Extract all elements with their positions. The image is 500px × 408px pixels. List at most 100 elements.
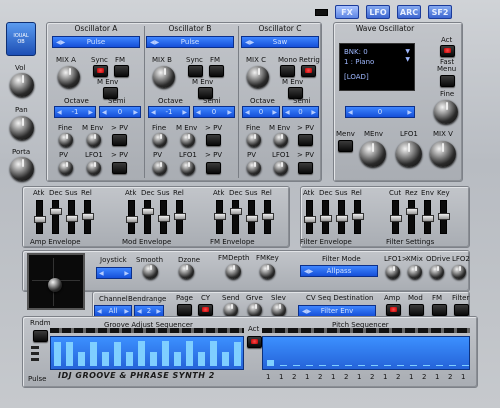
fm-dec-slider[interactable] (230, 200, 242, 234)
smooth-knob[interactable] (143, 264, 158, 279)
filtset-rez-slider-thumb[interactable] (406, 207, 418, 215)
fm-dec-slider-thumb[interactable] (230, 207, 242, 215)
osc-c-octave-display[interactable]: ◀ 0 ▶ (242, 106, 280, 118)
osc-a-semi-display[interactable]: ◀ 0 ▶ (99, 106, 141, 118)
filter-mode-display[interactable]: ◀▶ Allpass (300, 265, 378, 277)
osc-c-pv-button[interactable] (298, 134, 313, 146)
osc-c-mono-button[interactable] (280, 65, 295, 77)
filtset-envl-slider-thumb[interactable] (422, 214, 434, 222)
wave-fine-knob[interactable] (434, 100, 458, 124)
pitch-step-bar[interactable] (319, 364, 326, 366)
osc-c-mix-knob[interactable] (247, 66, 269, 88)
mod-rel-slider[interactable] (174, 200, 186, 234)
filter-rel-slider-thumb[interactable] (352, 213, 364, 221)
groove-step-bar[interactable] (210, 340, 217, 366)
lfo2-knob[interactable] (452, 265, 466, 279)
osc-a-octave-display[interactable]: ◀ -1 ▶ (54, 106, 96, 118)
osc-c-wave-display[interactable]: ◀▶ Saw (241, 36, 319, 48)
groove-step-bar[interactable] (90, 342, 97, 366)
vol-knob[interactable] (10, 73, 34, 97)
groove-step-bar[interactable] (162, 340, 169, 366)
filter-atk-slider[interactable] (304, 200, 316, 234)
filtset-envl-slider[interactable] (422, 200, 434, 234)
wave-menv-knob[interactable] (360, 141, 386, 167)
wave-act-button[interactable] (440, 45, 455, 57)
filter-sus-slider[interactable] (336, 200, 348, 234)
amp-dec-slider-thumb[interactable] (50, 207, 62, 215)
pan-knob[interactable] (10, 116, 34, 140)
pitch-step-bar[interactable] (397, 364, 404, 366)
pitch-step-bar[interactable] (332, 364, 339, 366)
osc-b-pv2-button[interactable] (206, 162, 221, 174)
osc-a-sync-button[interactable] (93, 65, 108, 77)
mod-atk-slider[interactable] (126, 200, 138, 234)
fm-atk-slider[interactable] (214, 200, 226, 234)
amp-sus-slider[interactable] (66, 200, 78, 234)
osc-a-mix-knob[interactable] (58, 66, 80, 88)
filter-sus-slider-thumb[interactable] (336, 214, 348, 222)
filter-dec-slider[interactable] (320, 200, 332, 234)
osc-c-menv-knob[interactable] (274, 133, 288, 147)
fm-rel-slider-thumb[interactable] (262, 213, 274, 221)
osc-a-lfo1-knob[interactable] (87, 161, 101, 175)
wave-lcd-arrows[interactable]: ▼ ▼ (405, 48, 410, 64)
dzone-knob[interactable] (179, 264, 194, 279)
wave-load-text[interactable]: [LOAD] (344, 72, 410, 82)
joystick-display[interactable]: ◀ ▶ (96, 267, 132, 279)
cv-fm-button[interactable] (432, 304, 447, 316)
wave-counter-display[interactable]: ◀ 0 ▶ (345, 106, 415, 118)
osc-b-mix-knob[interactable] (153, 66, 175, 88)
groove-step-bar[interactable] (198, 352, 205, 366)
slev-knob[interactable] (272, 303, 286, 317)
groove-step-bar[interactable] (54, 342, 61, 366)
send-knob[interactable] (224, 303, 238, 317)
fast-menu-button[interactable] (440, 75, 455, 87)
pitch-step-bar[interactable] (280, 364, 287, 366)
osc-b-pv-knob[interactable] (153, 161, 167, 175)
amp-rel-slider-thumb[interactable] (82, 213, 94, 221)
osc-b-fine-knob[interactable] (153, 133, 167, 147)
amp-sus-slider-thumb[interactable] (66, 214, 78, 222)
osc-b-sync-button[interactable] (188, 65, 203, 77)
fm-sus-slider[interactable] (246, 200, 258, 234)
amp-rel-slider[interactable] (82, 200, 94, 234)
osc-c-lfo1-knob[interactable] (274, 161, 288, 175)
groove-step-bar[interactable] (114, 342, 121, 366)
pitch-step-bar[interactable] (384, 364, 391, 366)
cv-amp-button[interactable] (386, 304, 401, 316)
pitch-step-bar[interactable] (267, 360, 274, 366)
mod-sus-slider-thumb[interactable] (158, 214, 170, 222)
fm-sus-slider-thumb[interactable] (246, 214, 258, 222)
wave-lfo1-knob[interactable] (396, 141, 422, 167)
power-led[interactable] (315, 9, 328, 16)
groove-step-bar[interactable] (150, 352, 157, 366)
amp-atk-slider-thumb[interactable] (34, 215, 46, 223)
groove-step-bar[interactable] (102, 352, 109, 366)
filtset-key-slider[interactable] (438, 200, 450, 234)
filtset-key-slider-thumb[interactable] (438, 213, 450, 221)
fm-rel-slider[interactable] (262, 200, 274, 234)
osc-b-octave-display[interactable]: ◀ -1 ▶ (148, 106, 190, 118)
groove-step-bar[interactable] (78, 352, 85, 366)
tab-sf2[interactable]: SF2 (428, 5, 452, 19)
joystick-handle[interactable] (48, 278, 62, 292)
osc-a-wave-display[interactable]: ◀▶ Pulse (52, 36, 140, 48)
tab-fx[interactable]: FX (335, 5, 359, 19)
pitch-step-bar[interactable] (293, 364, 300, 366)
groove-sequencer-grid[interactable] (50, 336, 244, 370)
pitch-sequencer-grid[interactable] (262, 336, 470, 370)
osc-a-fm-button[interactable] (114, 65, 129, 77)
pitch-step-bar[interactable] (462, 364, 469, 366)
groove-step-bar[interactable] (222, 352, 229, 366)
filtset-rez-slider[interactable] (406, 200, 418, 234)
wave-mixv-knob[interactable] (430, 141, 456, 167)
fmdepth-knob[interactable] (226, 264, 241, 279)
filter-dec-slider-thumb[interactable] (320, 214, 332, 222)
osc-c-pv-knob[interactable] (247, 161, 261, 175)
pitch-step-bar[interactable] (345, 364, 352, 366)
groove-step-bar[interactable] (186, 340, 193, 366)
osc-b-menv-knob[interactable] (181, 133, 195, 147)
tab-arc[interactable]: ARC (397, 5, 421, 19)
osc-a-pv2-button[interactable] (112, 162, 127, 174)
wave-lcd[interactable]: BNK: 0 1 : Piano [LOAD] ▼ ▼ (339, 43, 415, 91)
